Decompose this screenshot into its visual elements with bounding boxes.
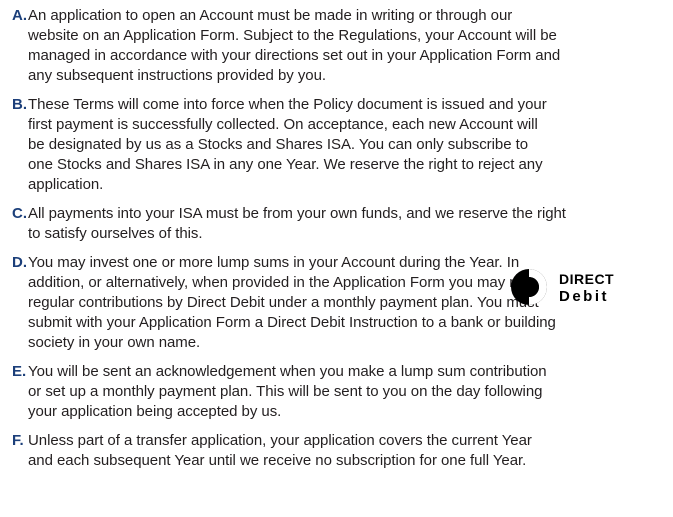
clause-letter: E. [12,363,27,380]
clause-line: society in your own name. [28,334,201,351]
clause-letter: B. [12,96,27,113]
clause-b: B. These Terms will come into force when… [12,95,668,195]
direct-debit-logo: DIRECT Debit [509,267,661,307]
direct-debit-line2: Debit [559,288,609,305]
clause-line: first payment is successfully collected.… [28,116,538,133]
clause-line: All payments into your ISA must be from … [28,205,566,222]
clause-text: Unless part of a transfer application, y… [28,431,668,471]
clause-text: You will be sent an acknowledgement when… [28,362,668,422]
clause-line: application. [28,176,104,193]
clause-line: Unless part of a transfer application, y… [28,432,532,449]
clause-e: E. You will be sent an acknowledgement w… [12,362,668,422]
clause-letter: F. [12,432,24,449]
clause-line: You will be sent an acknowledgement when… [28,363,547,380]
clause-line: An application to open an Account must b… [28,7,513,24]
clause-line: be designated by us as a Stocks and Shar… [28,136,529,153]
clause-f: F. Unless part of a transfer application… [12,431,668,471]
direct-debit-line1: DIRECT [559,271,614,287]
clause-line: or set up a monthly payment plan. This w… [28,383,543,400]
clause-line: managed in accordance with your directio… [28,47,561,64]
clause-text: All payments into your ISA must be from … [28,204,668,244]
clause-line: website on an Application Form. Subject … [28,27,557,44]
clause-letter: C. [12,205,27,222]
clause-line: submit with your Application Form a Dire… [28,314,556,331]
clause-c: C. All payments into your ISA must be fr… [12,204,668,244]
terms-document: A. An application to open an Account mus… [12,6,668,480]
clause-line: to satisfy ourselves of this. [28,225,203,242]
clause-letter: D. [12,254,27,271]
clause-letter: A. [12,7,27,24]
clause-line: and each subsequent Year until we receiv… [28,452,527,469]
clause-text: These Terms will come into force when th… [28,95,668,195]
clause-a: A. An application to open an Account mus… [12,6,668,86]
clause-line: one Stocks and Shares ISA in any one Yea… [28,156,543,173]
clause-text: An application to open an Account must b… [28,6,668,86]
clause-line: These Terms will come into force when th… [28,96,547,113]
clause-line: your application being accepted by us. [28,403,282,420]
clause-line: any subsequent instructions provided by … [28,67,326,84]
